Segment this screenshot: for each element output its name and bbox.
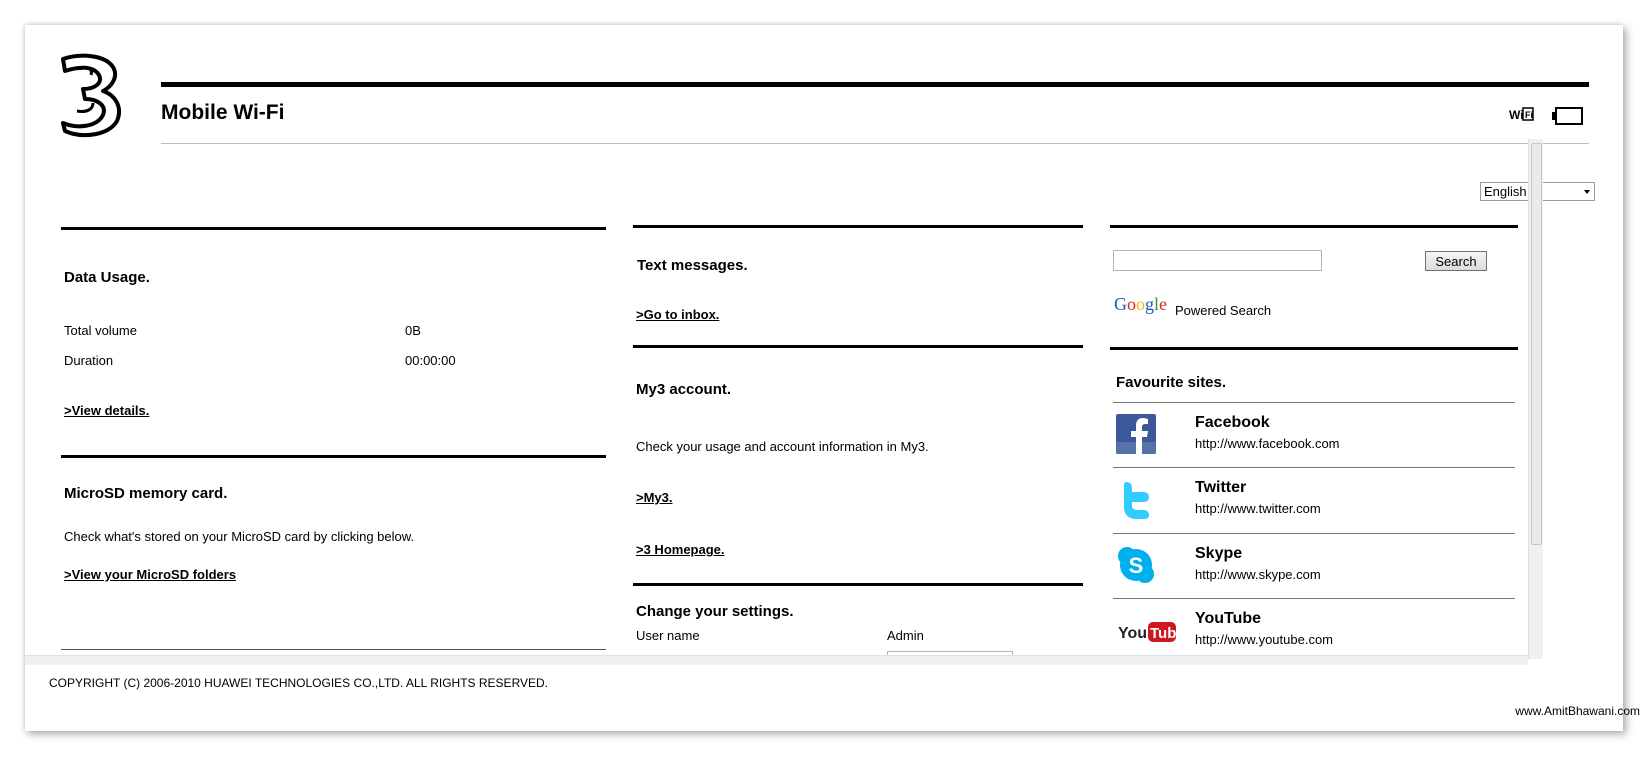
twitter-icon xyxy=(1124,482,1149,519)
header-top-rule xyxy=(161,82,1589,87)
settings-rule xyxy=(633,583,1083,586)
data-usage-title: Data Usage. xyxy=(64,269,150,286)
search-input[interactable] xyxy=(1113,250,1322,271)
header-divider xyxy=(161,143,1589,144)
my3-link[interactable]: >My3. xyxy=(636,490,673,505)
settings-title: Change your settings. xyxy=(636,603,794,620)
vertical-scrollbar[interactable] xyxy=(1528,139,1543,659)
wifi-icon: Wi Fi xyxy=(1509,107,1534,122)
chevron-down-icon xyxy=(1584,190,1590,194)
powered-search-label: Powered Search xyxy=(1175,303,1272,318)
microsd-description: Check what's stored on your MicroSD card… xyxy=(64,529,415,544)
search-rule xyxy=(1110,225,1518,228)
favourite-facebook[interactable]: Facebook http://www.facebook.com xyxy=(1113,403,1515,466)
svg-text:Fi: Fi xyxy=(1525,110,1533,120)
vertical-scroll-thumb[interactable] xyxy=(1531,143,1542,545)
duration-label: Duration xyxy=(64,353,114,368)
skype-icon: S xyxy=(1118,547,1154,583)
svg-text:Wi: Wi xyxy=(1509,108,1524,122)
page-title: Mobile Wi-Fi xyxy=(161,101,285,124)
favourite-title: Facebook xyxy=(1195,414,1270,431)
username-label: User name xyxy=(636,628,700,643)
watermark: www.AmitBhawani.com xyxy=(1515,704,1640,718)
svg-text:Tube: Tube xyxy=(1150,625,1178,642)
favourite-url: http://www.skype.com xyxy=(1195,567,1321,582)
my3-rule xyxy=(633,345,1083,348)
view-details-link[interactable]: >View details. xyxy=(64,403,149,418)
microsd-rule xyxy=(61,455,606,458)
favourite-url: http://www.youtube.com xyxy=(1195,632,1334,647)
favourite-twitter[interactable]: Twitter http://www.twitter.com xyxy=(1113,468,1515,531)
microsd-title: MicroSD memory card. xyxy=(64,485,228,502)
favourites-title: Favourite sites. xyxy=(1116,374,1227,391)
text-messages-rule xyxy=(633,225,1083,228)
favourite-youtube[interactable]: You Tube YouTube http://www.youtube.com xyxy=(1113,599,1515,662)
duration-value: 00:00:00 xyxy=(405,353,456,368)
svg-text:You: You xyxy=(1118,625,1147,642)
favourite-url: http://www.facebook.com xyxy=(1195,436,1340,451)
google-logo: Google xyxy=(1114,294,1167,314)
go-to-inbox-link[interactable]: >Go to inbox. xyxy=(636,307,719,322)
view-microsd-link[interactable]: >View your MicroSD folders xyxy=(64,567,236,582)
favourite-title: Twitter xyxy=(1195,479,1247,496)
favourite-title: YouTube xyxy=(1195,610,1262,627)
my3-title: My3 account. xyxy=(636,381,732,398)
total-volume-label: Total volume xyxy=(64,323,137,338)
favourite-url: http://www.twitter.com xyxy=(1195,501,1321,516)
page-viewport: Mobile Wi-Fi Wi Fi English Data Usage. T… xyxy=(25,25,1613,691)
facebook-icon xyxy=(1116,414,1156,454)
favourite-skype[interactable]: S Skype http://www.skype.com xyxy=(1113,534,1515,597)
left-bottom-divider xyxy=(61,649,606,650)
copyright-text: COPYRIGHT (C) 2006-2010 HUAWEI TECHNOLOG… xyxy=(49,676,549,690)
footer: COPYRIGHT (C) 2006-2010 HUAWEI TECHNOLOG… xyxy=(25,665,1543,695)
favourite-title: Skype xyxy=(1195,545,1243,562)
username-value: Admin xyxy=(887,628,924,643)
svg-text:Google: Google xyxy=(1114,294,1167,314)
favourites-rule xyxy=(1110,347,1518,350)
three-logo xyxy=(61,53,122,138)
data-usage-rule xyxy=(61,227,606,230)
text-messages-title: Text messages. xyxy=(637,257,748,274)
svg-text:S: S xyxy=(1129,553,1144,578)
language-select-value: English xyxy=(1484,184,1527,199)
search-button[interactable]: Search xyxy=(1425,251,1487,271)
three-homepage-link[interactable]: >3 Homepage. xyxy=(636,542,725,557)
my3-description: Check your usage and account information… xyxy=(636,439,929,454)
total-volume-value: 0B xyxy=(405,323,421,338)
battery-icon xyxy=(1552,107,1583,125)
youtube-icon: You Tube xyxy=(1118,622,1178,642)
